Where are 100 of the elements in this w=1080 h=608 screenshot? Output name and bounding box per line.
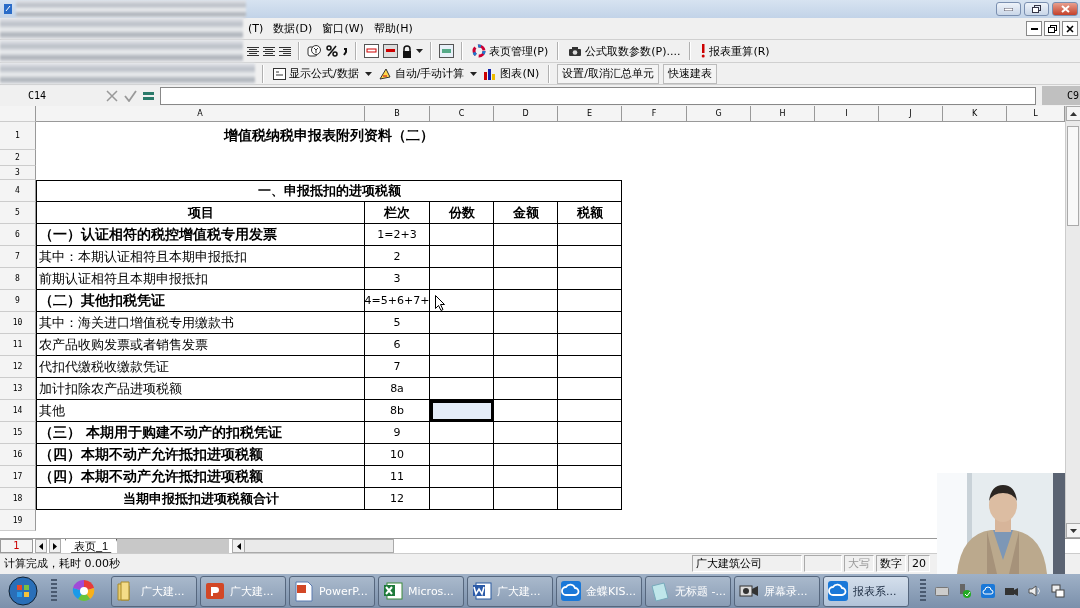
row-header[interactable]: 17 — [0, 466, 36, 488]
down-arrow-icon — [1070, 528, 1077, 533]
taskbar-button[interactable]: 报表系... — [823, 575, 909, 607]
comma-icon[interactable] — [342, 46, 348, 56]
app-icon — [3, 3, 13, 15]
column-header[interactable]: K — [943, 106, 1007, 122]
row-header[interactable]: 18 — [0, 488, 36, 510]
row-header[interactable]: 19 — [0, 510, 36, 531]
column-header[interactable]: H — [751, 106, 815, 122]
column-header[interactable]: I — [815, 106, 879, 122]
column-header[interactable]: G — [687, 106, 751, 122]
toolbar-button[interactable]: 设置/取消汇总单元 — [557, 63, 659, 84]
row-header[interactable]: 6 — [0, 224, 36, 246]
next-tab-button[interactable] — [49, 539, 61, 553]
close-button[interactable] — [1062, 21, 1078, 36]
vertical-scrollbar[interactable] — [1065, 106, 1080, 538]
row-header[interactable]: 2 — [0, 150, 36, 166]
align-right-icon[interactable] — [279, 45, 291, 57]
column-header[interactable]: A — [36, 106, 365, 122]
align-center-icon[interactable] — [263, 45, 275, 57]
table-cell: 其中：本期认证相符且本期申报抵扣 — [36, 246, 365, 268]
border-icon[interactable] — [383, 44, 398, 58]
cell-reference: C14 — [27, 90, 48, 101]
row-header[interactable]: 15 — [0, 422, 36, 444]
speaker-icon[interactable] — [1028, 585, 1042, 597]
border-icon[interactable] — [364, 44, 379, 58]
table-cell: 其中：海关进口增值税专用缴款书 — [36, 312, 365, 334]
row-header[interactable]: 7 — [0, 246, 36, 268]
table-cell: 其他 — [36, 400, 365, 422]
toolbar-button[interactable]: 表页管理(P) — [470, 43, 551, 59]
usb-check-icon[interactable] — [958, 584, 972, 598]
table-cell — [494, 268, 558, 290]
row-header[interactable]: 11 — [0, 334, 36, 356]
row-header[interactable]: 3 — [0, 166, 36, 180]
currency-icon[interactable] — [307, 44, 322, 58]
cloud-icon[interactable] — [981, 584, 995, 598]
table-cell — [494, 246, 558, 268]
scroll-down-button[interactable] — [1066, 523, 1080, 538]
camera-icon[interactable] — [1004, 585, 1019, 597]
column-header[interactable]: F — [622, 106, 687, 122]
row-header[interactable]: 14 — [0, 400, 36, 422]
table-cell — [494, 290, 558, 312]
toolbar-button[interactable]: 自动/手动计算 — [375, 66, 467, 81]
menu-item[interactable]: 数据(D) — [268, 21, 318, 36]
column-header[interactable]: C — [430, 106, 494, 122]
row-header[interactable]: 4 — [0, 180, 36, 202]
equals-icon[interactable] — [143, 90, 154, 101]
pinwheel-icon[interactable] — [72, 579, 96, 603]
table-cell — [494, 224, 558, 246]
horizontal-scrollbar[interactable] — [232, 539, 395, 553]
keyboard-icon[interactable] — [935, 586, 949, 596]
restore-button[interactable] — [1024, 2, 1049, 16]
table-cell: 5 — [365, 312, 430, 334]
percent-icon[interactable] — [326, 45, 338, 57]
column-header[interactable]: B — [365, 106, 430, 122]
start-button-icon[interactable] — [8, 576, 38, 606]
row-header[interactable]: 12 — [0, 356, 36, 378]
table-cell — [494, 444, 558, 466]
notepad-icon — [649, 580, 671, 602]
page-number: 1 — [0, 539, 33, 553]
align-center-icon[interactable] — [247, 45, 259, 57]
scroll-up-button[interactable] — [1066, 106, 1080, 121]
window-icon[interactable] — [439, 44, 454, 58]
select-all-corner[interactable] — [0, 106, 36, 122]
restore-button[interactable] — [1044, 21, 1060, 36]
table-cell: 10 — [365, 444, 430, 466]
toolbar-button[interactable]: 快速建表 — [662, 63, 717, 84]
row-header[interactable]: 8 — [0, 268, 36, 290]
table-cell — [494, 334, 558, 356]
row-header[interactable]: 9 — [0, 290, 36, 312]
lock-icon[interactable] — [402, 44, 412, 58]
toolbar-button[interactable]: 显示公式/数据 — [271, 66, 361, 81]
scroll-thumb[interactable] — [1067, 126, 1079, 226]
status-panel — [804, 555, 842, 572]
menu-item[interactable]: 窗口(W) — [317, 21, 369, 36]
table-cell — [558, 378, 622, 400]
column-header[interactable]: L — [1007, 106, 1065, 122]
row-header[interactable]: 10 — [0, 312, 36, 334]
menu-item[interactable]: (T) — [243, 22, 269, 35]
column-header[interactable]: E — [558, 106, 622, 122]
sheet-tab[interactable]: 表页_1 — [65, 539, 118, 553]
status-indicator: 大写 — [844, 555, 874, 572]
table-cell: 栏次 — [365, 202, 430, 224]
minimize-button[interactable] — [1026, 21, 1042, 36]
toolbar-button[interactable]: 公式取数参数(P).... — [566, 43, 683, 59]
toolbar-button[interactable]: 图表(N) — [481, 66, 542, 81]
column-header[interactable]: J — [879, 106, 943, 122]
table-cell: 项目 — [36, 202, 365, 224]
formula-field[interactable] — [160, 86, 1036, 105]
toolbar-button[interactable]: 报表重算(R) — [698, 43, 772, 59]
row-header[interactable]: 5 — [0, 202, 36, 224]
previous-tab-button[interactable] — [35, 539, 47, 553]
scroll-left-button[interactable] — [233, 540, 246, 552]
row-header[interactable]: 16 — [0, 444, 36, 466]
row-header[interactable]: 13 — [0, 378, 36, 400]
column-header[interactable]: D — [494, 106, 558, 122]
network-icon[interactable] — [1051, 584, 1065, 598]
row-header[interactable]: 1 — [0, 122, 36, 150]
left-arrow-icon — [236, 542, 241, 550]
menu-item[interactable]: 帮助(H) — [368, 21, 418, 36]
